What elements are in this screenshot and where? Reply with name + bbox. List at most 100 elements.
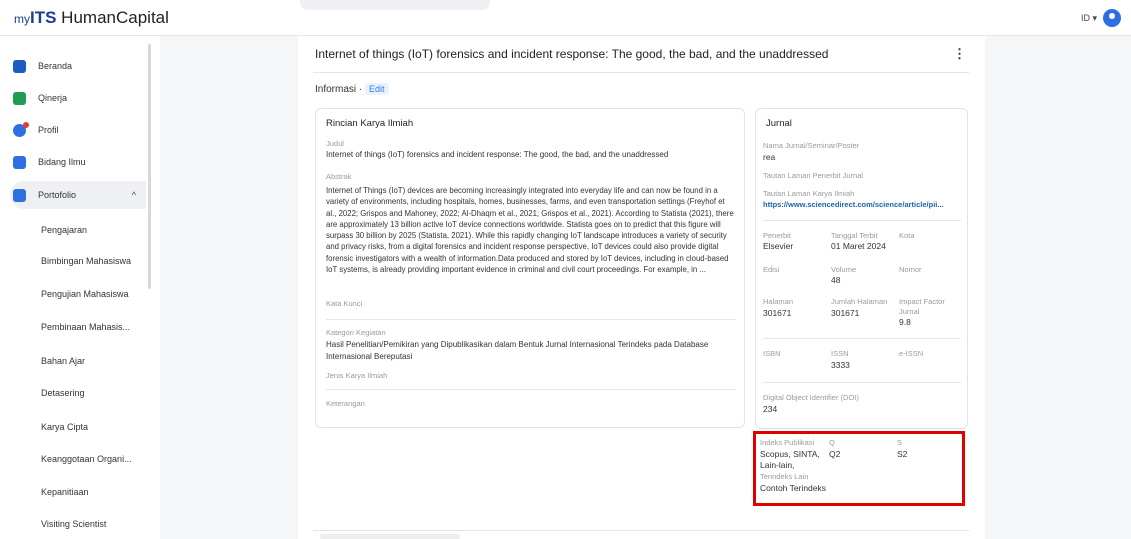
sidebar-item-portofolio[interactable]: Portofolio ^	[10, 181, 146, 209]
s-value: S2	[897, 449, 908, 459]
impact-factor-label-2: Jurnal	[899, 307, 920, 316]
user-avatar[interactable]	[1103, 9, 1121, 27]
sidebar-scrollbar[interactable]	[148, 44, 151, 289]
sidebar-item-beranda[interactable]: Beranda	[10, 52, 145, 80]
sidebar-sub-detasering[interactable]: Detasering	[41, 388, 85, 398]
sidebar-item-bidang-ilmu[interactable]: Bidang Ilmu	[10, 148, 145, 176]
kota-label: Kota	[899, 231, 915, 240]
kategori-value: Hasil Penelitian/Pemikiran yang Dipublik…	[326, 340, 709, 361]
info-label: Informasi	[315, 84, 357, 95]
main-panel: Internet of things (IoT) forensics and i…	[298, 36, 985, 539]
indeks-publikasi-label: Indeks Publikasi	[760, 438, 815, 447]
sidebar-sub-pembinaan[interactable]: Pembinaan Mahasis...	[41, 322, 130, 332]
impact-factor-value: 9.8	[899, 317, 911, 327]
edit-button[interactable]: Edit	[365, 83, 389, 95]
kata-kunci-label: Kata Kunci	[326, 299, 363, 308]
divider	[763, 338, 961, 339]
top-search-shadow	[300, 0, 490, 10]
card-title: Rincian Karya Ilmiah	[326, 118, 414, 129]
divider	[326, 389, 736, 390]
profile-icon	[13, 121, 29, 137]
doi-label: Digital Object Identifier (DOI)	[763, 393, 859, 402]
sidebar-item-label: Beranda	[38, 61, 73, 71]
divider	[326, 319, 736, 320]
sidebar-sub-keanggotaan[interactable]: Keanggotaan Organi...	[41, 454, 132, 464]
doi-value: 234	[763, 404, 778, 414]
sidebar-sub-visiting-scientist[interactable]: Visiting Scientist	[41, 519, 106, 529]
terindeks-lain-value: Contoh Terindeks	[760, 483, 826, 493]
halaman-value: 301671	[763, 308, 792, 318]
tautan-penerbit-label: Tautan Laman Penerbit Jurnal	[763, 171, 864, 180]
q-value: Q2	[829, 449, 841, 459]
volume-value: 48	[831, 275, 841, 285]
portfolio-icon	[13, 188, 26, 202]
abstrak-value: Internet of Things (IoT) devices are bec…	[326, 186, 734, 275]
indeks-publikasi-value-2: Lain-lain,	[760, 460, 795, 470]
issn-label: ISSN	[831, 349, 849, 358]
tautan-karya-label: Tautan Laman Karya Ilmiah	[763, 189, 855, 198]
impact-factor-label: Impact Factor	[899, 297, 945, 306]
nomor-label: Nomor	[899, 265, 922, 274]
sidebar-sub-karya-cipta[interactable]: Karya Cipta	[41, 422, 88, 432]
chart-icon	[13, 91, 26, 105]
logo-prefix: my	[14, 12, 30, 26]
jumlah-halaman-label: Jumlah Halaman	[831, 297, 888, 306]
separator: ·	[358, 84, 363, 95]
highlight-box: Indeks Publikasi Scopus, SINTA, Lain-lai…	[753, 431, 965, 506]
sidebar-item-qinerja[interactable]: Qinerja	[10, 84, 145, 112]
abstrak-label: Abstrak	[326, 172, 352, 181]
divider	[313, 72, 969, 73]
keterangan-label: Keterangan	[326, 399, 365, 408]
eissn-label: e-ISSN	[899, 349, 924, 358]
halaman-label: Halaman	[763, 297, 794, 306]
issn-value: 3333	[831, 360, 850, 370]
kategori-label: Kategori Kegiatan	[326, 328, 386, 337]
tanggal-terbit-value: 01 Maret 2024	[831, 241, 886, 251]
tanggal-terbit-label: Tanggal Terbit	[831, 231, 878, 240]
nama-jurnal-label: Nama Jurnal/Seminar/Poster	[763, 141, 860, 150]
volume-label: Volume	[831, 265, 857, 274]
sidebar-sub-bimbingan[interactable]: Bimbingan Mahasiswa	[41, 256, 131, 266]
s-label: S	[897, 438, 903, 447]
chevron-up-icon: ^	[131, 190, 136, 200]
sidebar-item-profil[interactable]: Profil	[10, 116, 145, 144]
logo-suffix: HumanCapital	[56, 8, 169, 27]
sidebar-item-label: Qinerja	[38, 93, 68, 103]
jenis-label: Jenis Karya Ilmiah	[326, 371, 388, 380]
q-label: Q	[829, 438, 835, 447]
page-title: Internet of things (IoT) forensics and i…	[315, 47, 829, 61]
top-bar: myITS HumanCapital ID ▾	[0, 0, 1131, 36]
indeks-publikasi-value: Scopus, SINTA,	[760, 449, 820, 459]
jurnal-card: Jurnal Nama Jurnal/Seminar/Poster rea Ta…	[755, 108, 968, 429]
language-selector[interactable]: ID ▾	[1081, 13, 1097, 24]
edisi-label: Edisi	[763, 265, 780, 274]
sidebar-sub-pengajaran[interactable]: Pengajaran	[41, 225, 87, 235]
sidebar: Beranda Qinerja Profil Bidang Ilmu Porto…	[0, 36, 160, 539]
book-icon	[13, 155, 26, 169]
app-logo[interactable]: myITS HumanCapital	[14, 8, 169, 28]
judul-label: Judul	[326, 139, 344, 148]
rincian-card: Rincian Karya Ilmiah Judul Internet of t…	[315, 108, 745, 428]
footer-placeholder	[320, 534, 460, 539]
info-section-header: Informasi · Edit	[315, 83, 389, 95]
penerbit-label: Penerbit	[763, 231, 791, 240]
nama-jurnal-value: rea	[763, 152, 776, 162]
sidebar-sub-pengujian[interactable]: Pengujian Mahasiswa	[41, 289, 129, 299]
jumlah-halaman-value: 301671	[831, 308, 860, 318]
more-options-icon[interactable]: ⋮	[953, 46, 966, 62]
penerbit-value: Elsevier	[763, 241, 794, 251]
logo-its: ITS	[30, 8, 57, 27]
divider	[763, 382, 961, 383]
sidebar-item-label: Profil	[38, 125, 59, 135]
home-icon	[13, 59, 26, 73]
sidebar-item-label: Portofolio	[38, 190, 77, 200]
isbn-label: ISBN	[763, 349, 781, 358]
judul-value: Internet of things (IoT) forensics and i…	[326, 150, 669, 159]
tautan-karya-link[interactable]: https://www.sciencedirect.com/science/ar…	[763, 200, 961, 209]
sidebar-sub-kepanitiaan[interactable]: Kepanitiaan	[41, 487, 89, 497]
card-title: Jurnal	[766, 118, 792, 129]
sidebar-sub-bahan-ajar[interactable]: Bahan Ajar	[41, 356, 85, 366]
sidebar-item-label: Bidang Ilmu	[38, 157, 86, 167]
divider	[313, 530, 969, 531]
divider	[763, 220, 961, 221]
